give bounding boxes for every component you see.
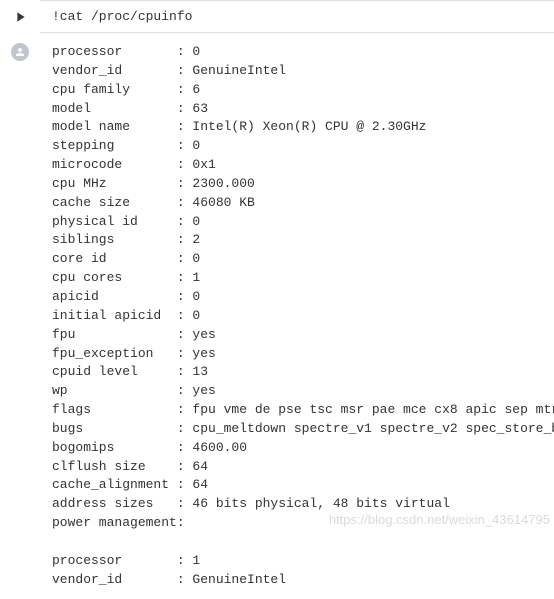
play-icon — [12, 9, 28, 25]
output-line: bogomips : 4600.00 — [52, 439, 542, 458]
input-cell-row: !cat /proc/cpuinfo — [0, 0, 554, 33]
output-line: model : 63 — [52, 100, 542, 119]
output-line: processor : 0 — [52, 43, 542, 62]
input-gutter — [0, 0, 40, 26]
output-line: cache_alignment : 64 — [52, 476, 542, 495]
output-line: cpuid level : 13 — [52, 363, 542, 382]
output-line: cache size : 46080 KB — [52, 194, 542, 213]
person-icon — [14, 46, 26, 58]
output-line: clflush size : 64 — [52, 458, 542, 477]
output-line: initial apicid : 0 — [52, 307, 542, 326]
output-line: cpu MHz : 2300.000 — [52, 175, 542, 194]
output-line: fpu_exception : yes — [52, 345, 542, 364]
output-line: power management: — [52, 514, 542, 533]
output-line: vendor_id : GenuineIntel — [52, 571, 542, 590]
code-input-cell[interactable]: !cat /proc/cpuinfo — [40, 0, 554, 33]
run-cell-button[interactable] — [11, 8, 29, 26]
output-indicator-icon — [11, 43, 29, 61]
output-line: cpu cores : 1 — [52, 269, 542, 288]
output-row: processor : 0vendor_id : GenuineIntelcpu… — [0, 33, 554, 599]
output-line: core id : 0 — [52, 250, 542, 269]
output-gutter — [0, 33, 40, 61]
output-line: cpu family : 6 — [52, 81, 542, 100]
output-line: flags : fpu vme de pse tsc msr pae mce c… — [52, 401, 542, 420]
output-line: siblings : 2 — [52, 231, 542, 250]
output-line: address sizes : 46 bits physical, 48 bit… — [52, 495, 542, 514]
output-line: processor : 1 — [52, 552, 542, 571]
output-cell: processor : 0vendor_id : GenuineIntelcpu… — [40, 33, 554, 599]
output-line: bugs : cpu_meltdown spectre_v1 spectre_v… — [52, 420, 542, 439]
output-line: physical id : 0 — [52, 213, 542, 232]
output-line: microcode : 0x1 — [52, 156, 542, 175]
output-line: fpu : yes — [52, 326, 542, 345]
output-line: stepping : 0 — [52, 137, 542, 156]
output-line: wp : yes — [52, 382, 542, 401]
output-line — [52, 533, 542, 552]
code-text: !cat /proc/cpuinfo — [52, 9, 192, 24]
output-line: model name : Intel(R) Xeon(R) CPU @ 2.30… — [52, 118, 542, 137]
output-line: apicid : 0 — [52, 288, 542, 307]
output-line: vendor_id : GenuineIntel — [52, 62, 542, 81]
